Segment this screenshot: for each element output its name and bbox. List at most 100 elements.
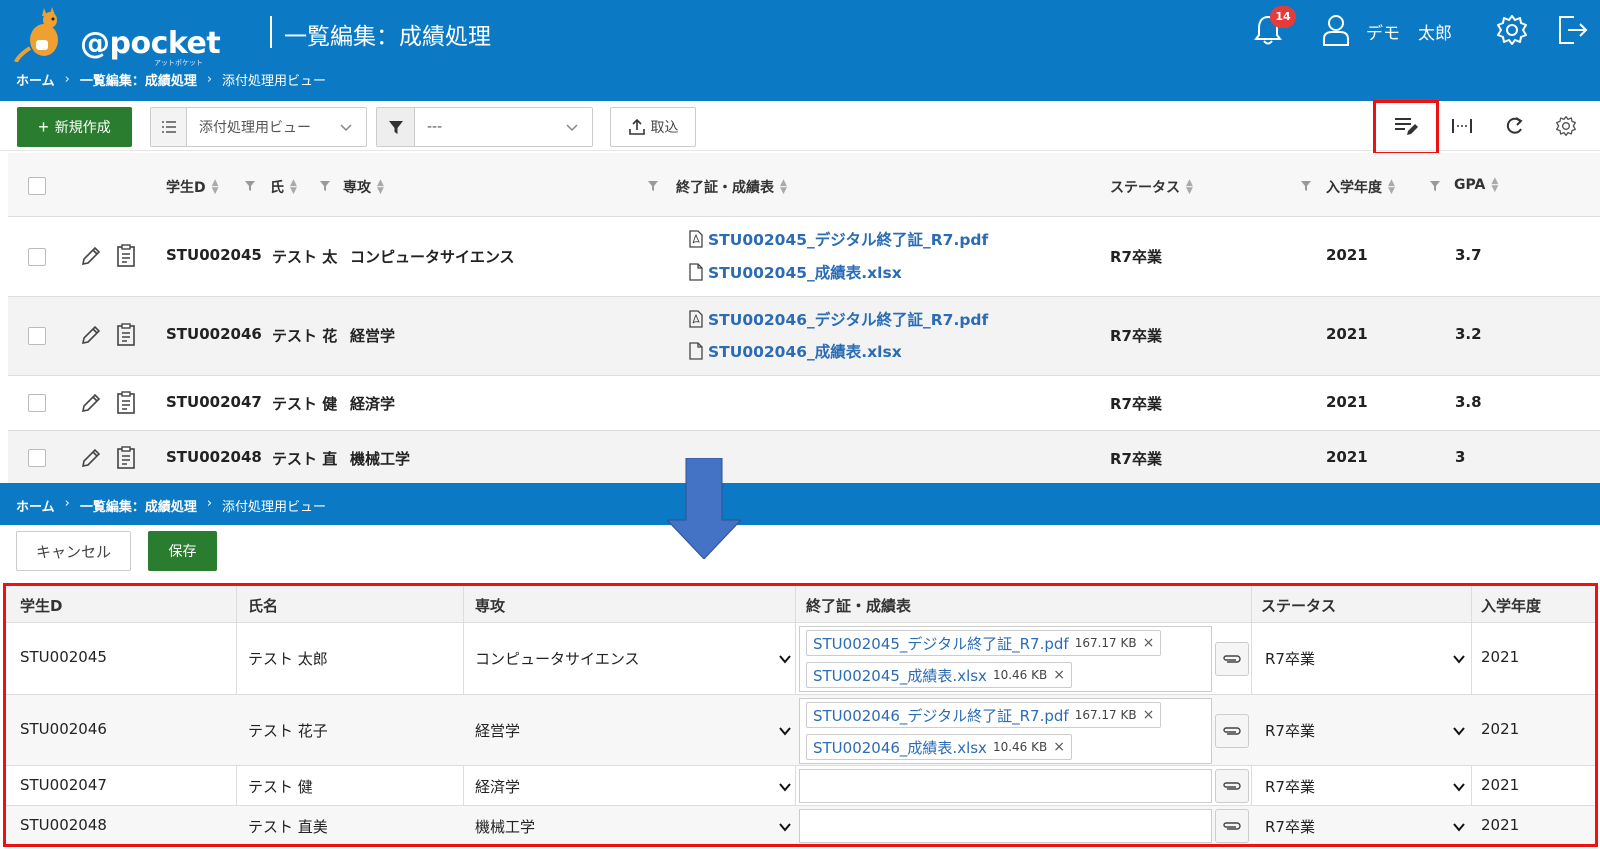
attachment-name[interactable]: STU002046_デジタル終了証_R7.pdf: [813, 705, 1069, 726]
year-input[interactable]: 2021: [1481, 776, 1519, 794]
document-icon[interactable]: [116, 323, 136, 347]
user-icon[interactable]: [1318, 12, 1354, 48]
sort-icon[interactable]: ▲ ▼: [290, 179, 297, 196]
logout-icon[interactable]: [1554, 12, 1590, 48]
sort-icon[interactable]: ▲ ▼: [1388, 179, 1395, 196]
name-input[interactable]: テスト 健: [248, 776, 313, 797]
major-select[interactable]: コンピュータサイエンス: [475, 648, 791, 669]
pencil-icon[interactable]: [80, 392, 102, 414]
table-row[interactable]: STU002045 テスト 太 コンピュータサイエンス STU002045_デジ…: [8, 217, 1600, 297]
paperclip-icon[interactable]: [1215, 809, 1249, 843]
column-header-status[interactable]: ステータス ▲ ▼: [1110, 177, 1193, 197]
breadcrumb: ホーム › 一覧編集：成績処理 › 添付処理用ビュー: [16, 70, 326, 89]
status-select[interactable]: R7卒業: [1265, 776, 1465, 797]
major-select[interactable]: 経営学: [475, 720, 791, 741]
save-button[interactable]: 保存: [148, 531, 217, 571]
column-header-year[interactable]: 入学年度 ▲ ▼: [1326, 177, 1395, 197]
sort-icon[interactable]: ▲ ▼: [1186, 179, 1193, 196]
paperclip-icon[interactable]: [1215, 769, 1249, 803]
user-name[interactable]: デモ 太郎: [1366, 19, 1452, 44]
gear-icon[interactable]: [1494, 12, 1530, 48]
column-width-icon[interactable]: [1447, 111, 1477, 141]
year-input[interactable]: 2021: [1481, 648, 1519, 666]
table-row[interactable]: STU002046 テスト 花 経営学 STU002046_デジタル終了証_R7…: [8, 297, 1600, 376]
attachment-box[interactable]: [799, 809, 1212, 843]
chevron-down-icon: [779, 822, 791, 832]
table-row[interactable]: STU002048 テスト 直 機械工学 R7卒業 2021 3: [8, 431, 1600, 483]
status-select-value: R7卒業: [1265, 818, 1315, 836]
filter-icon[interactable]: [245, 181, 255, 191]
edit-table: 学生D 氏名 専攻 終了証・成績表 ステータス 入学年度 STU002045 テ…: [3, 583, 1598, 847]
file-link[interactable]: STU002046_成績表.xlsx: [688, 340, 902, 362]
cell-status: R7卒業: [1110, 248, 1162, 266]
major-select[interactable]: 機械工学: [475, 816, 791, 837]
sort-icon[interactable]: ▲ ▼: [1491, 177, 1498, 194]
attachment-name[interactable]: STU002045_成績表.xlsx: [813, 665, 987, 686]
file-link[interactable]: STU002045_デジタル終了証_R7.pdf: [688, 228, 988, 250]
column-header-name[interactable]: 氏 ▲ ▼: [270, 177, 297, 197]
filter-select[interactable]: ---: [376, 107, 593, 147]
paperclip-icon[interactable]: [1215, 642, 1249, 676]
column-header-files[interactable]: 終了証・成績表 ▲ ▼: [676, 177, 787, 197]
filter-icon[interactable]: [320, 181, 330, 191]
row-checkbox[interactable]: [28, 449, 46, 467]
attachment-box[interactable]: STU002046_デジタル終了証_R7.pdf 167.17 KB × STU…: [799, 698, 1212, 764]
pencil-icon[interactable]: [80, 447, 102, 469]
view-select[interactable]: 添付処理用ビュー: [150, 107, 367, 147]
status-select[interactable]: R7卒業: [1265, 720, 1465, 741]
remove-attachment-icon[interactable]: ×: [1053, 667, 1065, 683]
filter-icon[interactable]: [1301, 181, 1311, 191]
row-checkbox[interactable]: [28, 248, 46, 266]
list-toolbar: + 新規作成 添付処理用ビュー --- 取込: [0, 101, 1600, 151]
app-logo[interactable]: @pocket アットポケット: [14, 6, 221, 67]
attachment-name[interactable]: STU002045_デジタル終了証_R7.pdf: [813, 633, 1069, 654]
refresh-icon[interactable]: [1499, 111, 1529, 141]
remove-attachment-icon[interactable]: ×: [1053, 739, 1065, 755]
breadcrumb-home[interactable]: ホーム: [16, 70, 55, 89]
table-row[interactable]: STU002047 テスト 健 経済学 R7卒業 2021 3.8: [8, 376, 1600, 431]
paperclip-icon[interactable]: [1215, 714, 1249, 748]
new-button[interactable]: + 新規作成: [17, 107, 132, 147]
remove-attachment-icon[interactable]: ×: [1143, 635, 1155, 651]
row-checkbox[interactable]: [28, 327, 46, 345]
cell-year: 2021: [1326, 393, 1368, 411]
attachment-name[interactable]: STU002046_成績表.xlsx: [813, 737, 987, 758]
sort-icon[interactable]: ▲ ▼: [212, 179, 219, 196]
year-input[interactable]: 2021: [1481, 720, 1519, 738]
major-select[interactable]: 経済学: [475, 776, 791, 797]
import-button[interactable]: 取込: [610, 107, 696, 147]
attachment-box[interactable]: STU002045_デジタル終了証_R7.pdf 167.17 KB × STU…: [799, 626, 1212, 692]
column-header-major[interactable]: 専攻 ▲ ▼: [343, 177, 384, 197]
sort-icon[interactable]: ▲ ▼: [377, 179, 384, 196]
remove-attachment-icon[interactable]: ×: [1143, 707, 1155, 723]
column-header-id[interactable]: 学生D ▲ ▼: [166, 177, 219, 197]
breadcrumb-mid[interactable]: 一覧編集：成績処理: [80, 496, 197, 515]
name-input[interactable]: テスト 太郎: [248, 648, 328, 669]
arrow-down-icon: [667, 458, 741, 559]
status-select[interactable]: R7卒業: [1265, 816, 1465, 837]
pencil-icon[interactable]: [80, 245, 102, 267]
column-header-gpa[interactable]: GPA ▲ ▼: [1454, 177, 1498, 194]
attachment-box[interactable]: [799, 769, 1212, 803]
filter-icon[interactable]: [1430, 181, 1440, 191]
file-link[interactable]: STU002046_デジタル終了証_R7.pdf: [688, 308, 988, 330]
file-link[interactable]: STU002045_成績表.xlsx: [688, 261, 902, 283]
breadcrumb-mid[interactable]: 一覧編集：成績処理: [80, 70, 197, 89]
pencil-icon[interactable]: [80, 324, 102, 346]
year-input[interactable]: 2021: [1481, 816, 1519, 834]
filter-icon[interactable]: [648, 181, 658, 191]
document-icon[interactable]: [116, 391, 136, 415]
name-input[interactable]: テスト 花子: [248, 720, 328, 741]
document-icon[interactable]: [116, 244, 136, 268]
breadcrumb-home[interactable]: ホーム: [16, 496, 55, 515]
document-icon[interactable]: [116, 446, 136, 470]
name-input[interactable]: テスト 直美: [248, 816, 328, 837]
sort-icon[interactable]: ▲ ▼: [780, 179, 787, 196]
cancel-button[interactable]: キャンセル: [16, 531, 131, 571]
list-icon: [151, 108, 187, 146]
row-checkbox[interactable]: [28, 394, 46, 412]
cell-status: R7卒業: [1110, 450, 1162, 468]
select-all-checkbox[interactable]: [28, 177, 46, 195]
status-select[interactable]: R7卒業: [1265, 648, 1465, 669]
settings-icon[interactable]: [1551, 111, 1581, 141]
